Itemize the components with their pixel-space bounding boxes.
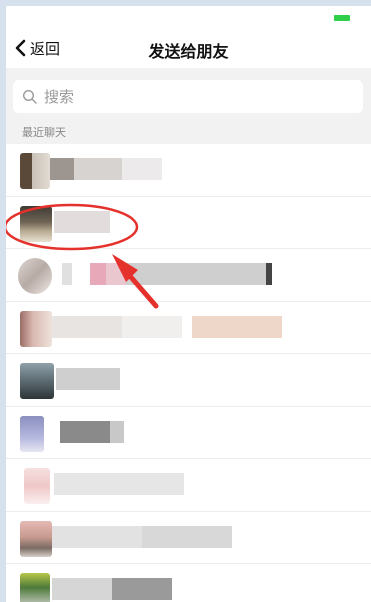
- avatar: [20, 415, 44, 452]
- avatar: [20, 205, 52, 242]
- contact-name: [56, 368, 126, 390]
- contact-name: [62, 263, 272, 285]
- contact-row[interactable]: [6, 459, 371, 512]
- contact-name: [54, 473, 194, 495]
- status-bar: [6, 6, 371, 26]
- contact-name: [36, 158, 166, 180]
- contact-row[interactable]: [6, 407, 371, 459]
- contact-row[interactable]: [6, 144, 371, 197]
- page-title: 发送给朋友: [148, 42, 229, 61]
- avatar: [20, 363, 54, 399]
- search-bar: [6, 68, 371, 124]
- section-header-recent: 最近聊天: [6, 124, 371, 144]
- avatar: [18, 258, 52, 294]
- search-icon: [22, 89, 37, 104]
- avatar: [20, 310, 52, 347]
- avatar: [20, 573, 50, 602]
- contact-row[interactable]: [6, 249, 371, 302]
- contact-row[interactable]: [6, 302, 371, 354]
- battery-icon: [334, 15, 350, 21]
- search-input[interactable]: [42, 86, 326, 107]
- contact-row[interactable]: [6, 354, 371, 407]
- contact-name: [60, 420, 130, 443]
- nav-bar: 返回 发送给朋友: [6, 26, 371, 68]
- phone-screen: 返回 发送给朋友 最近聊天: [6, 6, 371, 602]
- contact-name: [52, 525, 242, 548]
- contact-row[interactable]: [6, 512, 371, 564]
- contact-name: [54, 210, 114, 233]
- contact-row[interactable]: [6, 564, 371, 602]
- contact-row[interactable]: [6, 197, 371, 249]
- contact-name: [52, 315, 282, 338]
- contact-name: [52, 578, 182, 600]
- avatar: [20, 520, 52, 557]
- avatar: [24, 468, 50, 504]
- recent-chats-list: [6, 144, 371, 602]
- search-field[interactable]: [13, 80, 363, 113]
